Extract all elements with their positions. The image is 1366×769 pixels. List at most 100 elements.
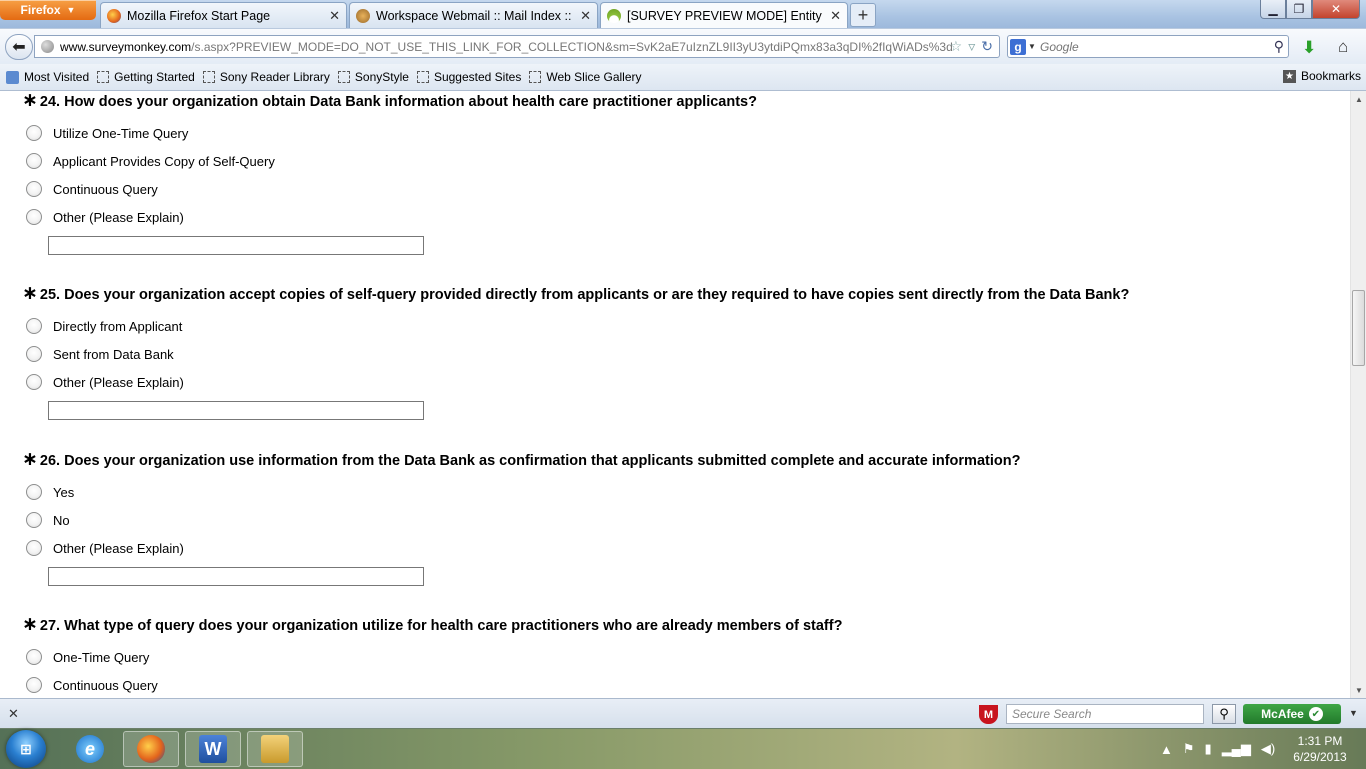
taskbar-internet-explorer[interactable]: e	[62, 731, 118, 767]
internet-explorer-icon: e	[76, 735, 104, 763]
close-window-button[interactable]: ✕	[1312, 0, 1360, 19]
mcafee-status-button[interactable]: McAfee ✔	[1243, 704, 1341, 724]
chevron-down-icon[interactable]: ▼	[1349, 708, 1358, 718]
other-explain-input[interactable]	[48, 236, 424, 255]
tab-firefox-start[interactable]: Mozilla Firefox Start Page ✕	[100, 2, 347, 28]
downloads-icon[interactable]: ⬇	[1302, 38, 1316, 58]
scrollbar-thumb[interactable]	[1352, 290, 1365, 366]
bookmark-label: Sony Reader Library	[219, 70, 330, 84]
radio-option[interactable]: Other (Please Explain)	[26, 207, 184, 227]
radio-button[interactable]	[26, 374, 42, 390]
radio-button[interactable]	[26, 125, 42, 141]
bookmark-getting-started[interactable]: Getting Started	[97, 70, 195, 84]
device-icon[interactable]: ▮	[1205, 741, 1212, 757]
vertical-scrollbar[interactable]: ▲ ▼	[1350, 91, 1366, 698]
radio-option[interactable]: Sent from Data Bank	[26, 344, 174, 364]
question-title: ∗ 26. Does your organization use informa…	[22, 450, 1020, 469]
taskbar-clock[interactable]: 1:31 PM 6/29/2013	[1284, 733, 1356, 765]
network-signal-icon[interactable]: ▂▄▆	[1222, 741, 1251, 757]
secure-search-placeholder: Secure Search	[1012, 707, 1092, 721]
radio-button[interactable]	[26, 181, 42, 197]
taskbar-word[interactable]: W	[185, 731, 241, 767]
other-explain-input[interactable]	[48, 401, 424, 420]
bookmark-sonystyle[interactable]: SonyStyle	[337, 70, 409, 84]
close-icon[interactable]: ✕	[8, 706, 19, 722]
radio-option[interactable]: Yes	[26, 482, 74, 502]
new-tab-button[interactable]: +	[850, 3, 876, 27]
secure-search-input[interactable]: Secure Search	[1006, 704, 1204, 724]
radio-option[interactable]: Utilize One-Time Query	[26, 123, 188, 143]
bookmark-most-visited[interactable]: Most Visited	[6, 70, 89, 84]
radio-button[interactable]	[26, 209, 42, 225]
bookmark-star-icon[interactable]: ☆	[950, 38, 963, 55]
other-explain-input[interactable]	[48, 567, 424, 586]
minimize-icon: ▁	[1268, 2, 1278, 16]
bookmark-label: SonyStyle	[354, 70, 409, 84]
surveymonkey-icon	[607, 9, 621, 23]
radio-button[interactable]	[26, 512, 42, 528]
back-button[interactable]: ⬅	[5, 34, 33, 60]
radio-button[interactable]	[26, 346, 42, 362]
close-icon[interactable]: ✕	[580, 8, 591, 24]
history-dropdown-icon[interactable]: ▿	[968, 38, 975, 55]
chevron-down-icon: ▼	[66, 5, 76, 15]
minimize-button[interactable]: ▁	[1260, 0, 1286, 19]
option-label: Sent from Data Bank	[53, 346, 174, 362]
action-center-flag-icon[interactable]: ⚑	[1183, 741, 1195, 757]
radio-option[interactable]: Continuous Query	[26, 179, 158, 199]
close-icon[interactable]: ✕	[830, 8, 841, 24]
clock-time: 1:31 PM	[1297, 734, 1343, 748]
option-label: Continuous Query	[53, 677, 158, 693]
radio-option[interactable]: One-Time Query	[26, 647, 149, 667]
bookmarks-menu-button[interactable]: ★ Bookmarks	[1282, 69, 1361, 83]
radio-option[interactable]: Other (Please Explain)	[26, 538, 184, 558]
bookmark-suggested-sites[interactable]: Suggested Sites	[416, 70, 522, 84]
search-bar[interactable]: g▼ ⚲	[1007, 35, 1289, 58]
tab-webmail[interactable]: Workspace Webmail :: Mail Index :: H... …	[349, 2, 598, 28]
radio-option[interactable]: No	[26, 510, 70, 530]
close-icon[interactable]: ✕	[329, 8, 340, 24]
taskbar-firefox[interactable]	[123, 731, 179, 767]
volume-icon[interactable]: ◀)	[1261, 741, 1275, 757]
radio-button[interactable]	[26, 153, 42, 169]
home-icon[interactable]: ⌂	[1338, 37, 1348, 57]
show-hidden-icons-icon[interactable]: ▲	[1160, 742, 1173, 757]
start-button[interactable]: ⊞	[6, 730, 46, 768]
question-text: 27. What type of query does your organiz…	[39, 618, 843, 634]
radio-button[interactable]	[26, 484, 42, 500]
scroll-down-icon[interactable]: ▼	[1351, 682, 1366, 698]
reload-icon[interactable]: ↻	[981, 38, 993, 55]
address-bar[interactable]: www.surveymonkey.com/s.aspx?PREVIEW_MODE…	[34, 35, 1000, 58]
radio-option[interactable]: Directly from Applicant	[26, 316, 182, 336]
option-label: Other (Please Explain)	[53, 209, 184, 225]
radio-button[interactable]	[26, 318, 42, 334]
bookmark-sony-reader-library[interactable]: Sony Reader Library	[202, 70, 330, 84]
bookmarks-toolbar: Most Visited Getting Started Sony Reader…	[0, 64, 1366, 91]
search-icon[interactable]: ⚲	[1274, 38, 1284, 55]
tab-survey-preview[interactable]: [SURVEY PREVIEW MODE] Entity Surv... ✕	[600, 2, 848, 29]
search-engine-selector[interactable]: g ▼	[1008, 36, 1038, 57]
search-input[interactable]	[1038, 38, 1262, 55]
close-icon: ✕	[1330, 2, 1342, 16]
mcafee-shield-icon[interactable]: M	[979, 705, 998, 724]
bookmark-web-slice-gallery[interactable]: Web Slice Gallery	[529, 70, 642, 84]
bookmark-label: Suggested Sites	[433, 70, 522, 84]
restore-icon: ❐	[1293, 2, 1305, 16]
secure-search-button[interactable]: ⚲	[1212, 704, 1236, 724]
radio-option[interactable]: Other (Please Explain)	[26, 372, 184, 392]
radio-button[interactable]	[26, 677, 42, 693]
firefox-menu-button[interactable]: Firefox ▼	[0, 0, 96, 20]
radio-option[interactable]: Continuous Query	[26, 675, 158, 695]
radio-button[interactable]	[26, 540, 42, 556]
option-label: Directly from Applicant	[53, 318, 183, 334]
bookmark-label: Most Visited	[24, 70, 90, 84]
url-path: /s.aspx?PREVIEW_MODE=DO_NOT_USE_THIS_LIN…	[191, 39, 953, 54]
scroll-up-icon[interactable]: ▲	[1351, 91, 1366, 107]
maximize-button[interactable]: ❐	[1286, 0, 1312, 19]
radio-option[interactable]: Applicant Provides Copy of Self-Query	[26, 151, 275, 171]
radio-button[interactable]	[26, 649, 42, 665]
taskbar-explorer[interactable]	[247, 731, 303, 767]
option-label: Other (Please Explain)	[53, 374, 184, 390]
required-asterisk-icon: ∗	[22, 614, 38, 635]
survey-page: ∗ 24. How does your organization obtain …	[0, 91, 1350, 698]
